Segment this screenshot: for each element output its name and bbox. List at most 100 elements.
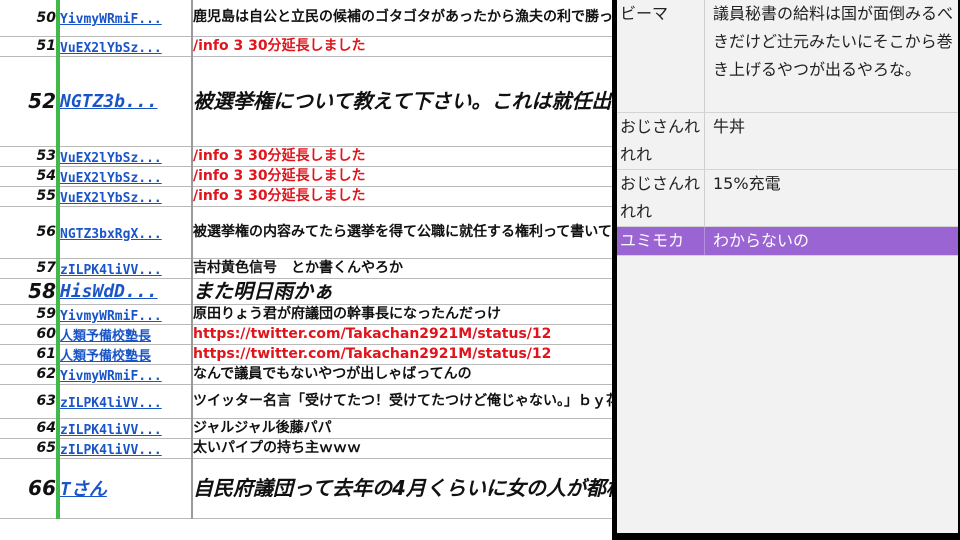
thread-panel: 50 YivmyWRmiF... 鹿児島は自公と立民の候補のゴタゴタがあったから漁夫…: [0, 0, 612, 540]
thread-post-row: 61 人類予備校塾長 https://twitter.com/Takachan292…: [0, 344, 612, 365]
thread-post-row: 55 VuEX2lYbSz... /info 3 30分延長しました: [0, 186, 612, 207]
thread-post-row: 63 zILPK4liVV... ツイッター名言「受けてたつ！受けてたつけど俺じゃな…: [0, 384, 612, 419]
post-author-link[interactable]: Tさん: [60, 479, 107, 500]
comment-row: おじさんれれれ 15%充電: [617, 170, 958, 227]
post-message: 被選挙権の内容みてたら選挙を得て公職に就任する権利って書いてあったので解釈次第で…: [192, 206, 612, 259]
post-author-link[interactable]: 人類予備校塾長: [60, 329, 151, 344]
thread-post-row: 66Tさん 自民府議団って去年の4月くらいに女の人が都構想賛成いってたよな: [0, 458, 612, 519]
post-author-link[interactable]: 人類予備校塾長: [60, 349, 151, 364]
post-number: 60: [0, 324, 60, 345]
post-message: /info 3 30分延長しました: [192, 166, 612, 187]
thread-post-row: 53 VuEX2lYbSz... /info 3 30分延長しました: [0, 146, 612, 167]
post-author-link[interactable]: zILPK4liVV...: [60, 263, 162, 278]
thread-post-row: 64 zILPK4liVV... ジャルジャル後藤パパ: [0, 418, 612, 439]
post-number: 51: [0, 36, 60, 57]
post-number: 64: [0, 418, 60, 439]
post-number: 50: [0, 0, 60, 37]
post-message: 吉村黄色信号 とか書くんやろか: [192, 258, 612, 279]
post-message: ジャルジャル後藤パパ: [192, 418, 612, 439]
post-author-cell: zILPK4liVV...: [58, 384, 193, 419]
post-author-link[interactable]: zILPK4liVV...: [60, 423, 162, 438]
post-author-link[interactable]: VuEX2lYbSz...: [60, 41, 162, 56]
thread-post-row: 51 VuEX2lYbSz... /info 3 30分延長しました: [0, 36, 612, 57]
post-number: 57: [0, 258, 60, 279]
post-author-cell: 人類予備校塾長: [58, 324, 193, 345]
post-author-cell: HisWdD...: [58, 278, 193, 305]
post-author-cell: NGTZ3b...: [58, 56, 193, 147]
comment-author: ユミモカ: [617, 227, 705, 255]
thread-post-row: 56 NGTZ3bxRgX... 被選挙権の内容みてたら選挙を得て公職に就任する権利…: [0, 206, 612, 259]
thread-post-row: 59 YivmyWRmiF... 原田りょう君が府議団の幹事長になったんだっけ: [0, 304, 612, 325]
post-author-cell: NGTZ3bxRgX...: [58, 206, 193, 259]
comment-row: ビーマ 議員秘書の給料は国が面倒みるべきだけど辻元みたいにそこから巻き上げるやつが…: [617, 0, 958, 113]
post-message: 自民府議団って去年の4月くらいに女の人が都構想賛成いってたよな: [192, 458, 612, 519]
thread-post-row: 50 YivmyWRmiF... 鹿児島は自公と立民の候補のゴタゴタがあったから漁夫…: [0, 0, 612, 37]
comment-row: ユミモカ わからないの: [617, 227, 958, 256]
comment-text: 議員秘書の給料は国が面倒みるべきだけど辻元みたいにそこから巻き上げるやつが出るや…: [713, 4, 954, 79]
thread-post-row: 58 HisWdD... また明日雨かぁ: [0, 278, 612, 305]
comment-author: おじさんれれれ: [617, 113, 705, 169]
thread-table: 50 YivmyWRmiF... 鹿児島は自公と立民の候補のゴタゴタがあったから漁夫…: [0, 0, 612, 519]
post-author-link[interactable]: zILPK4liVV...: [60, 396, 162, 411]
post-message: また明日雨かぁ: [192, 278, 612, 305]
post-message: 原田りょう君が府議団の幹事長になったんだっけ: [192, 304, 612, 325]
post-number: 65: [0, 438, 60, 459]
post-author-cell: VuEX2lYbSz...: [58, 146, 193, 167]
post-author-link[interactable]: VuEX2lYbSz...: [60, 171, 162, 186]
post-author-link[interactable]: VuEX2lYbSz...: [60, 151, 162, 166]
thread-post-row: 60 人類予備校塾長 https://twitter.com/Takachan292…: [0, 324, 612, 345]
post-number: 54: [0, 166, 60, 187]
post-message: /info 3 30分延長しました: [192, 186, 612, 207]
post-message: ツイッター名言「受けてたつ！受けてたつけど俺じゃない。」ｂｙ花谷: [192, 384, 612, 419]
post-author-link[interactable]: VuEX2lYbSz...: [60, 191, 162, 206]
comment-author: ビーマ: [617, 0, 705, 112]
comment-text: 15%充電: [713, 174, 781, 193]
post-author-cell: YivmyWRmiF...: [58, 364, 193, 385]
post-number: 63: [0, 384, 60, 419]
comment-text: わからないの: [713, 231, 810, 250]
comment-author: おじさんれれれ: [617, 170, 705, 226]
post-number: 59: [0, 304, 60, 325]
thread-post-row: 54 VuEX2lYbSz... /info 3 30分延長しました: [0, 166, 612, 187]
post-author-cell: VuEX2lYbSz...: [58, 36, 193, 57]
comment-panel: ビーマ 議員秘書の給料は国が面倒みるべきだけど辻元みたいにそこから巻き上げるやつが…: [617, 0, 958, 533]
post-author-cell: zILPK4liVV...: [58, 438, 193, 459]
post-author-cell: zILPK4liVV...: [58, 258, 193, 279]
post-author-cell: Tさん: [58, 458, 193, 519]
post-number: 53: [0, 146, 60, 167]
post-author-cell: YivmyWRmiF...: [58, 304, 193, 325]
post-author-link[interactable]: YivmyWRmiF...: [60, 309, 162, 324]
thread-post-row: 57 zILPK4liVV... 吉村黄色信号 とか書くんやろか: [0, 258, 612, 279]
post-message: /info 3 30分延長しました: [192, 36, 612, 57]
post-number: 62: [0, 364, 60, 385]
post-number: 66: [0, 458, 60, 519]
post-message: 被選挙権について教えて下さい。これは就任出来る権利ですか？立候補出来る権利ですか…: [192, 56, 612, 147]
post-number: 58: [0, 278, 60, 305]
post-message: 鹿児島は自公と立民の候補のゴタゴタがあったから漁夫の利で勝ったってことでいいのか…: [192, 0, 612, 37]
post-author-cell: VuEX2lYbSz...: [58, 186, 193, 207]
post-author-link[interactable]: NGTZ3b...: [60, 91, 158, 112]
post-author-link[interactable]: YivmyWRmiF...: [60, 12, 162, 27]
post-number: 61: [0, 344, 60, 365]
post-author-cell: VuEX2lYbSz...: [58, 166, 193, 187]
post-message[interactable]: https://twitter.com/Takachan2921M/status…: [192, 344, 612, 365]
post-number: 52: [0, 56, 60, 147]
comment-row: おじさんれれれ 牛丼: [617, 113, 958, 170]
post-message: /info 3 30分延長しました: [192, 146, 612, 167]
post-message: なんで議員でもないやつが出しゃばってんの: [192, 364, 612, 385]
thread-post-row: 62 YivmyWRmiF... なんで議員でもないやつが出しゃばってんの: [0, 364, 612, 385]
comment-text: 牛丼: [713, 117, 746, 136]
post-author-cell: 人類予備校塾長: [58, 344, 193, 365]
post-author-link[interactable]: YivmyWRmiF...: [60, 369, 162, 384]
post-number: 56: [0, 206, 60, 259]
post-author-link[interactable]: HisWdD...: [60, 281, 158, 302]
thread-post-row: 52NGTZ3b... 被選挙権について教えて下さい。これは就任出来る権利ですか？…: [0, 56, 612, 147]
post-author-cell: zILPK4liVV...: [58, 418, 193, 439]
post-message: 太いパイプの持ち主ｗｗｗ: [192, 438, 612, 459]
post-number: 55: [0, 186, 60, 207]
post-message[interactable]: https://twitter.com/Takachan2921M/status…: [192, 324, 612, 345]
thread-post-row: 65 zILPK4liVV... 太いパイプの持ち主ｗｗｗ: [0, 438, 612, 459]
post-author-link[interactable]: NGTZ3bxRgX...: [60, 227, 162, 242]
post-author-cell: YivmyWRmiF...: [58, 0, 193, 37]
post-author-link[interactable]: zILPK4liVV...: [60, 443, 162, 458]
